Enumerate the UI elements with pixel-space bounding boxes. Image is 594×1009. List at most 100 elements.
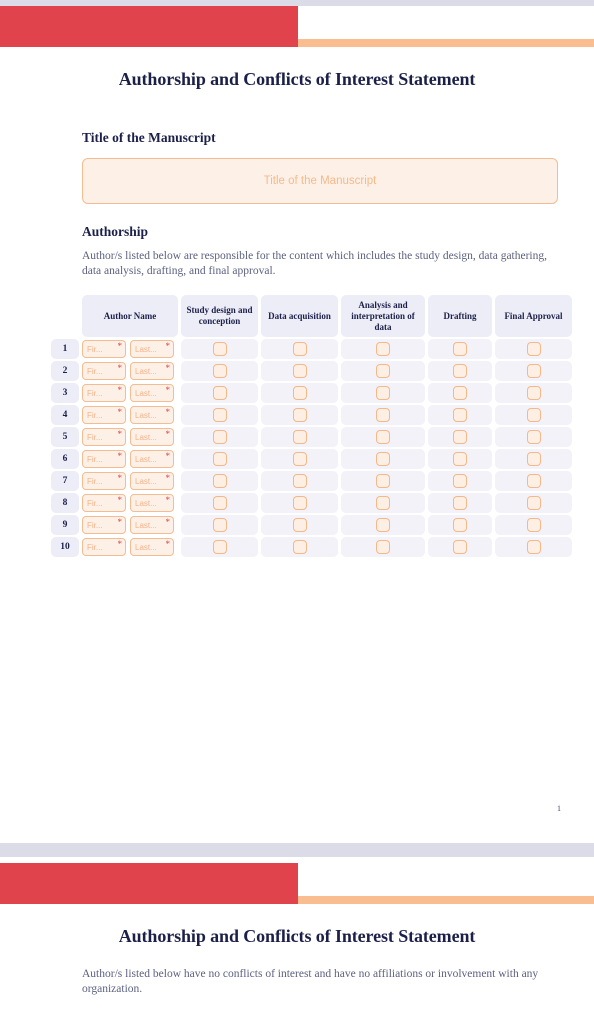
checkbox-study-design-row-9[interactable] <box>212 518 227 533</box>
checkbox-analysis-row-8[interactable] <box>376 496 390 511</box>
last-name-input-placeholder: Last... <box>135 388 157 398</box>
checkbox-final-approval-row-8[interactable] <box>526 496 541 511</box>
first-name-input-row-5[interactable]: Fir... * <box>82 428 126 446</box>
checkbox-final-approval-row-10[interactable] <box>526 540 541 555</box>
final-approval-cell <box>495 515 572 535</box>
manuscript-title-input[interactable]: Title of the Manuscript <box>82 158 558 204</box>
analysis-cell <box>341 493 425 513</box>
checkbox-final-approval-row-3[interactable] <box>526 386 541 401</box>
study-design-cell <box>181 515 258 535</box>
checkbox-analysis-row-10[interactable] <box>376 540 390 555</box>
checkbox-drafting-row-5[interactable] <box>453 430 467 445</box>
checkbox-study-design-row-1[interactable] <box>212 342 227 357</box>
analysis-cell <box>341 515 425 535</box>
checkbox-drafting-row-10[interactable] <box>453 540 467 555</box>
first-name-input-row-4[interactable]: Fir... * <box>82 406 126 424</box>
document-page-2: Authorship and Conflicts of Interest Sta… <box>0 857 594 1009</box>
checkbox-analysis-row-6[interactable] <box>376 452 390 467</box>
checkbox-drafting-row-3[interactable] <box>453 386 467 401</box>
checkbox-drafting-row-4[interactable] <box>453 408 467 423</box>
first-name-input-row-7[interactable]: Fir... * <box>82 472 126 490</box>
checkbox-final-approval-row-4[interactable] <box>526 408 541 423</box>
last-name-input-row-3[interactable]: Last... * <box>130 384 174 402</box>
checkbox-drafting-row-1[interactable] <box>453 342 467 357</box>
checkbox-study-design-row-8[interactable] <box>212 496 227 511</box>
final-approval-cell <box>495 427 572 447</box>
last-name-input-row-4[interactable]: Last... * <box>130 406 174 424</box>
checkbox-analysis-row-3[interactable] <box>376 386 390 401</box>
drafting-cell <box>428 471 492 491</box>
checkbox-final-approval-row-9[interactable] <box>526 518 541 533</box>
study-design-cell <box>181 383 258 403</box>
first-name-input-row-2[interactable]: Fir... * <box>82 362 126 380</box>
checkbox-study-design-row-10[interactable] <box>212 540 227 555</box>
analysis-cell <box>341 471 425 491</box>
checkbox-drafting-row-8[interactable] <box>453 496 467 511</box>
final-approval-cell <box>495 361 572 381</box>
checkbox-study-design-row-7[interactable] <box>212 474 227 489</box>
data-acquisition-cell <box>261 537 338 557</box>
checkbox-analysis-row-7[interactable] <box>376 474 390 489</box>
checkbox-data-acquisition-row-3[interactable] <box>292 386 307 401</box>
checkbox-data-acquisition-row-7[interactable] <box>292 474 307 489</box>
manuscript-title-field-wrapper: Title of the Manuscript <box>82 158 558 204</box>
last-name-input-row-8[interactable]: Last... * <box>130 494 174 512</box>
first-name-input-row-8[interactable]: Fir... * <box>82 494 126 512</box>
first-name-input-row-10[interactable]: Fir... * <box>82 538 126 556</box>
checkbox-study-design-row-4[interactable] <box>212 408 227 423</box>
checkbox-final-approval-row-5[interactable] <box>526 430 541 445</box>
first-name-input-row-3[interactable]: Fir... * <box>82 384 126 402</box>
checkbox-final-approval-row-1[interactable] <box>526 342 541 357</box>
first-name-input-row-9[interactable]: Fir... * <box>82 516 126 534</box>
header-data-acquisition: Data acquisition <box>261 295 338 337</box>
checkbox-final-approval-row-2[interactable] <box>526 364 541 379</box>
checkbox-data-acquisition-row-2[interactable] <box>292 364 307 379</box>
document-page-1: Authorship and Conflicts of Interest Sta… <box>0 0 594 843</box>
author-name-cell: Fir... * Last... * <box>82 339 178 359</box>
data-acquisition-cell <box>261 383 338 403</box>
first-name-input-row-1[interactable]: Fir... * <box>82 340 126 358</box>
data-acquisition-cell <box>261 515 338 535</box>
checkbox-data-acquisition-row-8[interactable] <box>292 496 307 511</box>
first-name-input-placeholder: Fir... <box>87 520 103 530</box>
last-name-input-placeholder: Last... <box>135 366 157 376</box>
checkbox-analysis-row-2[interactable] <box>376 364 390 379</box>
last-name-input-row-9[interactable]: Last... * <box>130 516 174 534</box>
last-name-input-row-6[interactable]: Last... * <box>130 450 174 468</box>
checkbox-analysis-row-4[interactable] <box>376 408 390 423</box>
checkbox-data-acquisition-row-5[interactable] <box>292 430 307 445</box>
checkbox-final-approval-row-6[interactable] <box>526 452 541 467</box>
last-name-input-row-7[interactable]: Last... * <box>130 472 174 490</box>
checkbox-final-approval-row-7[interactable] <box>526 474 541 489</box>
checkbox-data-acquisition-row-6[interactable] <box>292 452 307 467</box>
checkbox-drafting-row-2[interactable] <box>453 364 467 379</box>
checkbox-analysis-row-1[interactable] <box>376 342 390 357</box>
checkbox-drafting-row-9[interactable] <box>453 518 467 533</box>
checkbox-study-design-row-5[interactable] <box>212 430 227 445</box>
last-name-input-row-10[interactable]: Last... * <box>130 538 174 556</box>
first-name-input-row-6[interactable]: Fir... * <box>82 450 126 468</box>
required-marker: * <box>117 517 123 527</box>
checkbox-study-design-row-3[interactable] <box>212 386 227 401</box>
page-1-content: Authorship and Conflicts of Interest Sta… <box>0 69 594 559</box>
checkbox-drafting-row-6[interactable] <box>453 452 467 467</box>
checkbox-study-design-row-6[interactable] <box>212 452 227 467</box>
analysis-cell <box>341 339 425 359</box>
last-name-input-row-5[interactable]: Last... * <box>130 428 174 446</box>
checkbox-data-acquisition-row-1[interactable] <box>292 342 307 357</box>
drafting-cell <box>428 405 492 425</box>
checkbox-data-acquisition-row-9[interactable] <box>292 518 307 533</box>
checkbox-data-acquisition-row-10[interactable] <box>292 540 307 555</box>
checkbox-analysis-row-5[interactable] <box>376 430 390 445</box>
last-name-input-row-1[interactable]: Last... * <box>130 340 174 358</box>
checkbox-drafting-row-7[interactable] <box>453 474 467 489</box>
header-row-number <box>51 295 79 337</box>
checkbox-analysis-row-9[interactable] <box>376 518 390 533</box>
study-design-cell <box>181 405 258 425</box>
required-marker: * <box>117 385 123 395</box>
last-name-input-row-2[interactable]: Last... * <box>130 362 174 380</box>
checkbox-study-design-row-2[interactable] <box>212 364 227 379</box>
name-input-group: Fir... * Last... * <box>82 538 178 556</box>
checkbox-data-acquisition-row-4[interactable] <box>292 408 307 423</box>
first-name-input-placeholder: Fir... <box>87 366 103 376</box>
